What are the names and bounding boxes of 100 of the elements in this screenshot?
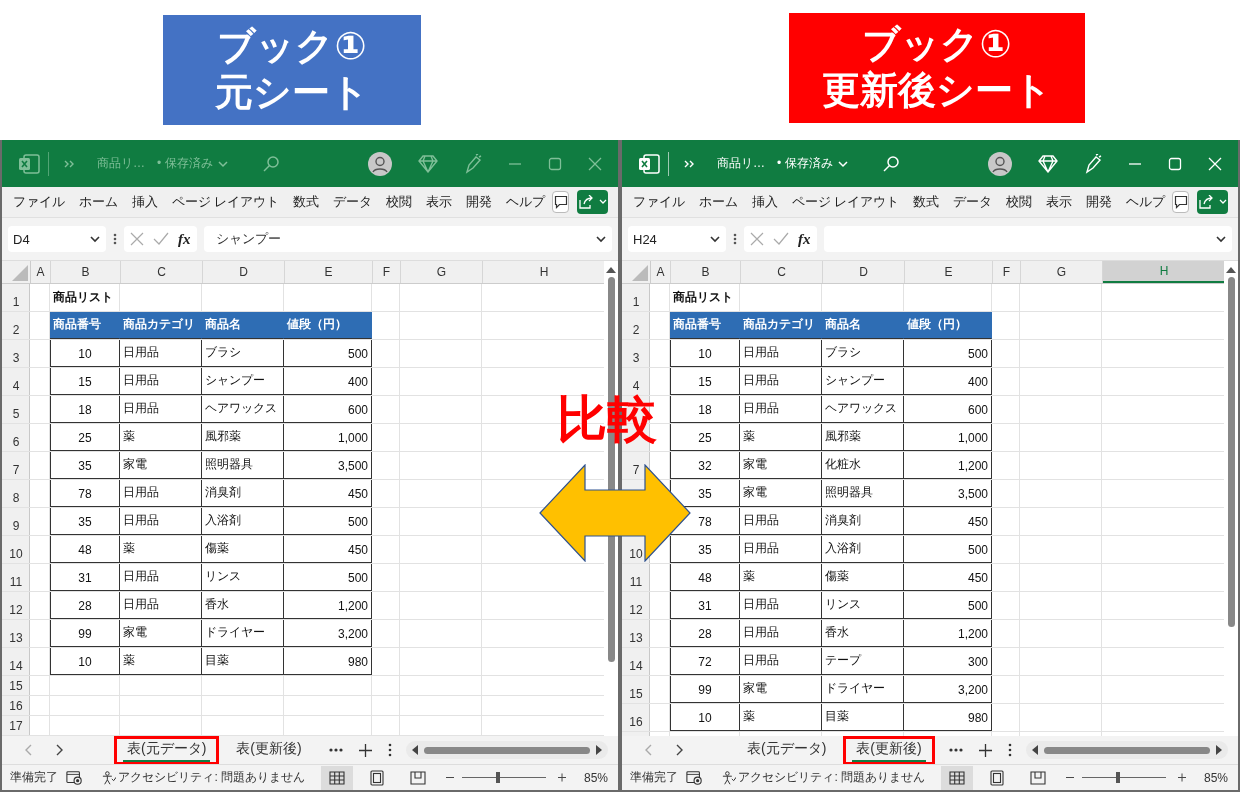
scroll-thumb[interactable] [423,746,590,754]
formula-field[interactable]: シャンプー [203,226,612,252]
check-icon[interactable] [773,232,789,246]
ribbon-tab[interactable]: ページ レイアウト [165,193,287,211]
row-number[interactable]: 16 [9,699,23,713]
row-number[interactable]: 13 [629,631,643,645]
row-number[interactable]: 13 [9,631,23,645]
zoom-in-icon[interactable] [1177,773,1186,782]
insert-function-button[interactable]: fx [798,230,811,248]
comments-button[interactable] [552,191,570,213]
row-number[interactable]: 11 [9,575,23,589]
name-box[interactable]: D4 [8,226,106,252]
column-header[interactable]: B [671,261,741,283]
ribbon-tab[interactable]: 挿入 [125,193,165,211]
formula-field[interactable] [823,226,1232,252]
add-sheet-icon[interactable] [978,743,992,757]
row-number[interactable]: 10 [629,547,643,561]
ribbon-tab[interactable]: 校閲 [379,193,420,211]
scroll-left-icon[interactable] [411,745,418,755]
row-number[interactable]: 3 [632,351,640,365]
row-number[interactable]: 5 [12,407,20,421]
avatar-icon[interactable] [988,151,1012,176]
expand-icon[interactable] [596,235,606,243]
scroll-up-icon[interactable] [1226,267,1236,273]
next-sheet-icon[interactable] [676,744,684,756]
ribbon-tab[interactable]: ホーム [692,193,745,211]
options-icon[interactable] [1007,743,1012,757]
accessibility-status[interactable]: アクセシビリティ: 問題ありません [118,769,306,786]
macro-recording-icon[interactable] [686,769,703,786]
share-button[interactable] [1197,190,1228,214]
zoom-level[interactable]: 85% [583,770,608,785]
normal-view-button[interactable] [941,765,974,790]
more-sheets-icon[interactable] [948,748,963,752]
accessibility-icon[interactable] [102,769,117,786]
accessibility-icon[interactable] [722,769,737,786]
column-header[interactable]: E [905,261,993,283]
column-header[interactable]: G [401,261,483,283]
add-sheet-icon[interactable] [358,743,372,757]
row-number[interactable]: 7 [632,463,640,477]
save-status[interactable]: • 保存済み [777,155,848,172]
row-number[interactable]: 2 [12,323,20,337]
name-box[interactable]: H24 [628,226,726,252]
row-number[interactable]: 8 [12,491,20,505]
scroll-thumb[interactable] [1043,746,1210,754]
column-header[interactable]: F [993,261,1021,283]
next-sheet-icon[interactable] [56,744,64,756]
column-header[interactable]: D [203,261,285,283]
ribbon-tab[interactable]: ヘルプ [1119,193,1173,211]
row-number[interactable]: 6 [12,435,20,449]
scroll-left-icon[interactable] [1031,745,1038,755]
ribbon-tab[interactable]: ページ レイアウト [785,193,907,211]
ribbon-tab[interactable]: 数式 [286,193,327,211]
row-number[interactable]: 16 [629,715,643,729]
column-header[interactable]: C [121,261,203,283]
sheet-tab[interactable]: 表(元データ) [123,738,211,762]
normal-view-button[interactable] [321,765,354,790]
row-number[interactable]: 1 [12,295,20,309]
column-header[interactable]: F [373,261,401,283]
horizontal-scrollbar[interactable] [1025,741,1228,759]
row-number[interactable]: 1 [632,295,640,309]
options-icon[interactable] [387,743,392,757]
macro-recording-icon[interactable] [66,769,83,786]
row-number[interactable]: 12 [9,603,23,617]
row-number[interactable]: 9 [12,519,20,533]
row-number[interactable]: 4 [632,379,640,393]
ribbon-tab[interactable]: 校閲 [999,193,1040,211]
row-number[interactable]: 15 [629,687,643,701]
sheet-tab[interactable]: 表(更新後) [232,738,306,762]
ribbon-tab[interactable]: 開発 [1079,193,1120,211]
ribbon-tab[interactable]: 挿入 [745,193,785,211]
more-options-icon[interactable] [113,232,117,246]
horizontal-scrollbar[interactable] [405,741,608,759]
scroll-up-icon[interactable] [606,267,616,273]
ribbon-tab[interactable]: ファイル [626,193,692,211]
column-header[interactable]: C [741,261,823,283]
scroll-right-icon[interactable] [1216,745,1222,755]
search-icon[interactable] [881,154,900,173]
ribbon-tab[interactable]: ヘルプ [499,193,553,211]
ribbon-tab[interactable]: 表示 [419,193,460,211]
comments-button[interactable] [1172,191,1190,213]
row-number[interactable]: 17 [9,719,23,733]
ribbon-tab[interactable]: 開発 [459,193,500,211]
column-header[interactable]: E [285,261,373,283]
share-button[interactable] [577,190,608,214]
ribbon-tab[interactable]: 表示 [1039,193,1080,211]
row-number[interactable]: 3 [12,351,20,365]
check-icon[interactable] [153,232,169,246]
row-number[interactable]: 2 [632,323,640,337]
row-number[interactable]: 4 [12,379,20,393]
expand-icon[interactable] [1216,235,1226,243]
ribbon-tab[interactable]: データ [946,193,1000,211]
scroll-right-icon[interactable] [596,745,602,755]
column-header[interactable]: B [51,261,121,283]
row-number[interactable]: 14 [9,659,23,673]
more-options-icon[interactable] [733,232,737,246]
ribbon-tab[interactable]: データ [326,193,380,211]
column-header[interactable]: D [823,261,905,283]
column-header[interactable]: A [31,261,51,283]
ribbon-tab[interactable]: ホーム [72,193,125,211]
row-number[interactable]: 14 [629,659,643,673]
